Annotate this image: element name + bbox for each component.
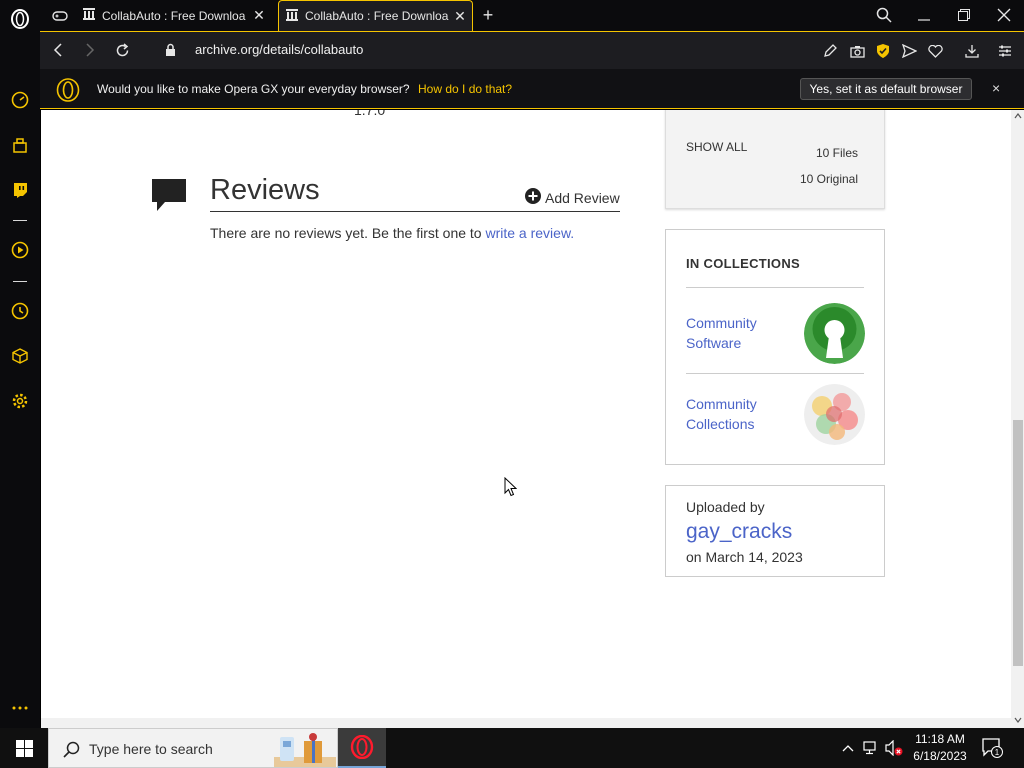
notification-count: 1: [995, 748, 1000, 757]
camera-icon[interactable]: [847, 41, 867, 61]
original-count[interactable]: 10 Original: [800, 172, 858, 186]
reviews-speech-bubble-icon: [151, 178, 187, 217]
uploader-box: Uploaded by gay_cracks on March 14, 2023: [665, 485, 885, 577]
gx-corner-icon[interactable]: [10, 135, 30, 155]
taskbar-search-box[interactable]: Type here to search: [48, 728, 338, 768]
version-text: 1.7.0: [354, 110, 386, 118]
restore-icon[interactable]: [954, 5, 974, 25]
action-center-icon[interactable]: 1: [982, 738, 1004, 758]
network-icon[interactable]: [861, 738, 881, 758]
upload-date: on March 14, 2023: [686, 549, 803, 565]
archive-favicon-icon: [82, 7, 96, 24]
search-icon[interactable]: [874, 5, 894, 25]
shield-icon[interactable]: [873, 41, 893, 61]
add-review-label: Add Review: [545, 189, 620, 206]
collections-divider: [686, 287, 864, 288]
no-reviews-text: There are no reviews yet. Be the first o…: [210, 225, 574, 241]
how-do-i-link[interactable]: How do I do that?: [418, 82, 512, 96]
reviews-heading: Reviews: [210, 174, 320, 206]
collection-name: Community: [686, 396, 757, 412]
collection-community-software-link[interactable]: Community Software: [686, 313, 776, 353]
back-icon[interactable]: [48, 40, 68, 60]
tray-chevron-icon[interactable]: [838, 738, 858, 758]
plus-circle-icon: [525, 188, 541, 207]
send-icon[interactable]: [899, 41, 919, 61]
tab-close-icon[interactable]: ✕: [252, 7, 266, 24]
screen: CollabAuto : Free Downloa ✕ CollabAuto :…: [0, 0, 1024, 768]
easy-setup-icon[interactable]: [995, 41, 1015, 61]
horizontal-scrollbar[interactable]: [41, 718, 1011, 728]
collections-divider: [686, 373, 864, 374]
download-icon[interactable]: [962, 41, 982, 61]
tab-title: CollabAuto : Free Downloa: [102, 8, 246, 23]
tab-collabauto-1[interactable]: CollabAuto : Free Downloa ✕: [82, 0, 274, 31]
community-collections-mosaic-icon[interactable]: [804, 384, 865, 445]
opera-sidebar: [0, 0, 40, 728]
heart-icon[interactable]: [925, 41, 945, 61]
windows-start-icon[interactable]: [0, 728, 48, 768]
more-dots-icon[interactable]: [10, 698, 30, 718]
extensions-cube-icon[interactable]: [10, 346, 30, 366]
reload-icon[interactable]: [112, 40, 132, 60]
address-bar: archive.org/details/collabauto: [40, 31, 1024, 69]
gx-control-icon[interactable]: [10, 90, 30, 110]
lock-icon[interactable]: [160, 40, 180, 60]
files-count[interactable]: 10 Files: [816, 146, 858, 160]
tab-collabauto-2[interactable]: CollabAuto : Free Downloa ✕: [278, 0, 473, 31]
write-review-link[interactable]: write a review.: [485, 225, 574, 241]
notification-close-icon[interactable]: ×: [992, 80, 1000, 96]
archive-favicon-icon: [285, 8, 299, 25]
open-source-logo-icon[interactable]: [804, 303, 865, 364]
search-icon: [61, 739, 81, 759]
history-icon[interactable]: [10, 301, 30, 321]
download-options-box: SHOW ALL 10 Files 10 Original: [665, 110, 885, 209]
default-browser-notification: Would you like to make Opera GX your eve…: [40, 69, 1024, 109]
uploader-link[interactable]: gay_cracks: [686, 520, 792, 544]
search-placeholder: Type here to search: [89, 741, 213, 757]
new-tab-plus-icon[interactable]: +: [478, 5, 498, 25]
window-close-icon[interactable]: [994, 5, 1014, 25]
settings-gear-icon[interactable]: [10, 391, 30, 411]
search-highlight-image-icon[interactable]: [274, 731, 336, 767]
twitch-icon[interactable]: [10, 180, 30, 200]
tab-strip: CollabAuto : Free Downloa ✕ CollabAuto :…: [40, 0, 1024, 31]
notification-message: Would you like to make Opera GX your eve…: [97, 82, 410, 96]
vertical-scrollbar[interactable]: [1011, 110, 1024, 728]
scroll-down-icon[interactable]: [1012, 714, 1023, 726]
tab-title: CollabAuto : Free Downloa: [305, 9, 449, 23]
collection-name: Software: [686, 335, 742, 351]
minimize-icon[interactable]: [914, 5, 934, 25]
system-clock[interactable]: 11:18 AM 6/18/2023: [905, 731, 975, 765]
add-review-button[interactable]: Add Review: [525, 188, 620, 207]
forward-icon[interactable]: [80, 40, 100, 60]
show-all-link[interactable]: SHOW ALL: [686, 140, 747, 154]
collection-name: Community: [686, 315, 757, 331]
clock-date: 6/18/2023: [913, 749, 967, 763]
collections-heading: IN COLLECTIONS: [686, 256, 800, 271]
volume-muted-icon[interactable]: [884, 738, 904, 758]
opera-gx-logo-icon: [56, 78, 80, 102]
collection-name: Collections: [686, 416, 755, 432]
sidebar-separator: [13, 281, 27, 282]
edit-icon[interactable]: [820, 41, 840, 61]
mouse-cursor-icon: [504, 476, 518, 502]
opera-taskbar-icon[interactable]: [338, 728, 386, 768]
player-icon[interactable]: [10, 240, 30, 260]
no-reviews-message: There are no reviews yet. Be the first o…: [210, 225, 486, 241]
clock-time: 11:18 AM: [915, 732, 965, 746]
page-content: 1.7.0 Reviews Add Review There are no re…: [41, 110, 1011, 718]
windows-taskbar: Type here to search 11:18 AM 6/18/2023 1: [0, 728, 1024, 768]
reviews-divider: [210, 211, 620, 212]
sidebar-separator: [13, 220, 27, 221]
collection-community-collections-link[interactable]: Community Collections: [686, 394, 776, 434]
gamepad-icon[interactable]: [50, 6, 70, 26]
uploaded-by-label: Uploaded by: [686, 499, 765, 515]
url-field[interactable]: archive.org/details/collabauto: [195, 42, 363, 57]
tab-close-icon[interactable]: ✕: [453, 8, 467, 25]
set-default-button[interactable]: Yes, set it as default browser: [800, 78, 972, 100]
opera-logo-icon[interactable]: [10, 9, 30, 29]
scrollbar-thumb[interactable]: [1013, 420, 1023, 666]
collections-box: IN COLLECTIONS Community Software Commun…: [665, 229, 885, 465]
scroll-up-icon[interactable]: [1012, 110, 1023, 122]
